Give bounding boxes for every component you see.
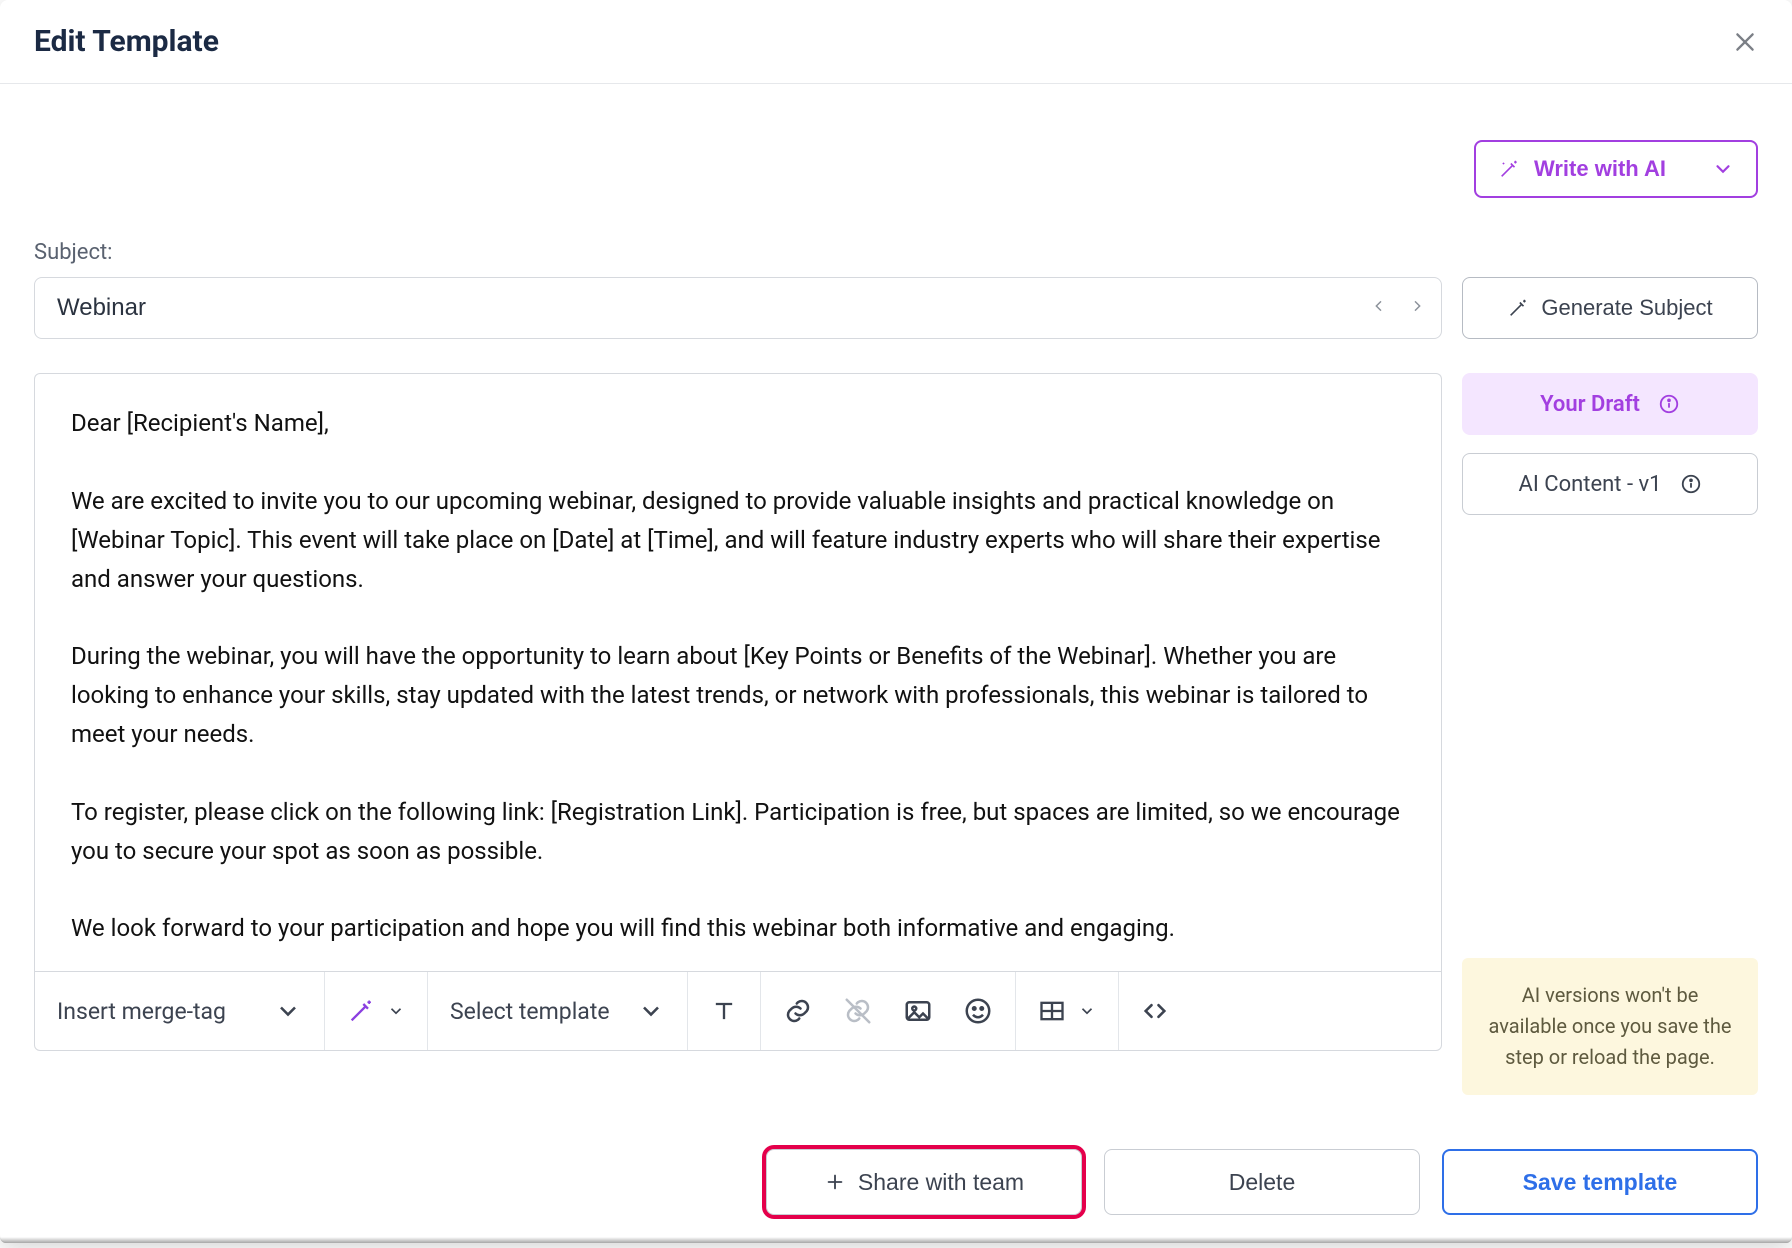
- table-icon: [1038, 997, 1066, 1025]
- your-draft-label: Your Draft: [1540, 392, 1640, 417]
- chevron-down-icon: [1712, 158, 1734, 180]
- save-template-button[interactable]: Save template: [1442, 1149, 1758, 1215]
- delete-label: Delete: [1229, 1169, 1295, 1196]
- magic-wand-icon: [1507, 297, 1529, 319]
- code-icon: [1141, 997, 1169, 1025]
- subject-label: Subject:: [34, 240, 1758, 265]
- generate-subject-button[interactable]: Generate Subject: [1462, 277, 1758, 339]
- subject-nav-arrows: [1371, 298, 1425, 318]
- footer-row: Share with team Delete Save template: [34, 1149, 1758, 1215]
- editor-column: Dear [Recipient's Name], We are excited …: [34, 373, 1442, 1051]
- subject-input-wrap: [34, 277, 1442, 339]
- link-icon[interactable]: [783, 996, 813, 1026]
- chevron-down-icon: [1078, 1002, 1096, 1020]
- select-template-dropdown[interactable]: Select template: [428, 972, 688, 1050]
- table-dropdown[interactable]: [1016, 972, 1119, 1050]
- close-icon[interactable]: [1732, 29, 1758, 55]
- info-icon: [1680, 473, 1702, 495]
- chevron-down-icon: [637, 997, 665, 1025]
- magic-wand-icon: [347, 997, 375, 1025]
- share-with-team-label: Share with team: [858, 1169, 1024, 1196]
- side-column: Your Draft AI Content - v1: [1462, 373, 1758, 515]
- generate-subject-label: Generate Subject: [1541, 295, 1712, 321]
- ai-button-row: Write with AI: [34, 84, 1758, 198]
- write-with-ai-label: Write with AI: [1534, 156, 1666, 182]
- share-with-team-button[interactable]: Share with team: [766, 1149, 1082, 1215]
- plus-icon: [824, 1171, 846, 1193]
- modal-body: Write with AI Subject: Generate Subject: [0, 84, 1792, 1243]
- subject-input[interactable]: [57, 294, 1371, 322]
- modal-shadow: [0, 1237, 1792, 1243]
- your-draft-pill[interactable]: Your Draft: [1462, 373, 1758, 435]
- insert-merge-tag-dropdown[interactable]: Insert merge-tag: [35, 972, 325, 1050]
- edit-template-modal: Edit Template Write with AI Subject:: [0, 0, 1792, 1243]
- chevron-down-icon: [387, 1002, 405, 1020]
- info-icon: [1658, 393, 1680, 415]
- code-view-button[interactable]: [1119, 972, 1191, 1050]
- delete-button[interactable]: Delete: [1104, 1149, 1420, 1215]
- text-icon: [710, 997, 738, 1025]
- save-template-label: Save template: [1523, 1169, 1678, 1196]
- chevron-right-icon[interactable]: [1409, 298, 1425, 318]
- write-with-ai-button[interactable]: Write with AI: [1474, 140, 1758, 198]
- editor-toolbar: Insert merge-tag Select template: [34, 971, 1442, 1051]
- chevron-down-icon: [274, 997, 302, 1025]
- modal-header: Edit Template: [0, 0, 1792, 84]
- magic-wand-icon: [1498, 158, 1520, 180]
- email-body-editor[interactable]: Dear [Recipient's Name], We are excited …: [34, 373, 1442, 971]
- email-body-text: Dear [Recipient's Name], We are excited …: [71, 404, 1405, 948]
- ai-content-version-pill[interactable]: AI Content - v1: [1462, 453, 1758, 515]
- insert-merge-tag-label: Insert merge-tag: [57, 998, 226, 1025]
- unlink-icon[interactable]: [843, 996, 873, 1026]
- chevron-left-icon[interactable]: [1371, 298, 1387, 318]
- ai-content-version-label: AI Content - v1: [1518, 472, 1661, 497]
- ai-warning-box: AI versions won't be available once you …: [1462, 958, 1758, 1095]
- select-template-label: Select template: [450, 998, 610, 1025]
- subject-row: Generate Subject: [34, 277, 1758, 339]
- image-icon[interactable]: [903, 996, 933, 1026]
- modal-title: Edit Template: [34, 24, 219, 59]
- text-format-button[interactable]: [688, 972, 761, 1050]
- link-tools-group: [761, 972, 1016, 1050]
- editor-row: Dear [Recipient's Name], We are excited …: [34, 373, 1758, 1051]
- ai-magic-dropdown[interactable]: [325, 972, 428, 1050]
- emoji-icon[interactable]: [963, 996, 993, 1026]
